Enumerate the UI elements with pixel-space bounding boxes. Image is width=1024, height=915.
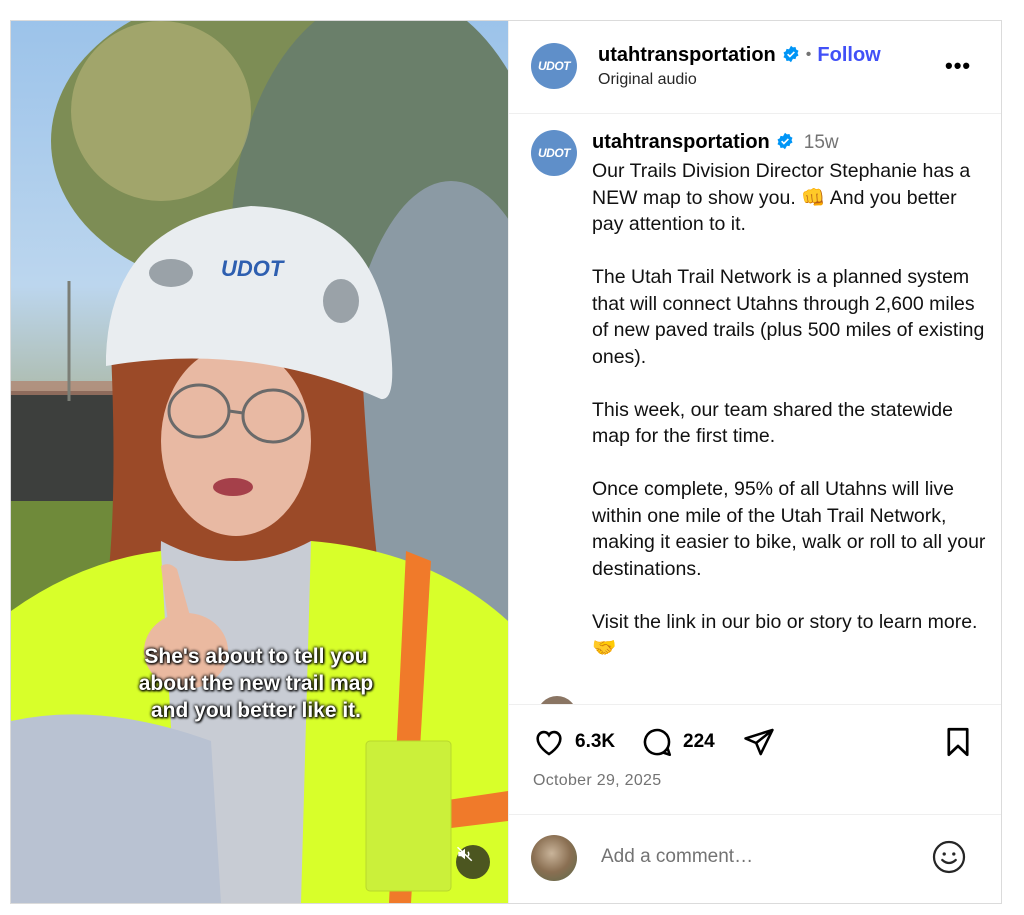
account-avatar[interactable]: UDOT xyxy=(531,43,577,89)
emoji-button[interactable] xyxy=(931,839,967,880)
caption-username[interactable]: utahtransportation xyxy=(592,131,770,153)
avatar-logo-text: UDOT xyxy=(538,59,571,73)
like-button[interactable]: 6.3K xyxy=(531,725,615,759)
comment-composer xyxy=(509,814,1001,903)
caption-section: UDOT utahtransportation 15w Our Trails Di… xyxy=(509,114,1001,704)
follow-button[interactable]: Follow xyxy=(817,44,880,66)
verified-icon xyxy=(783,45,799,63)
post-time-ago[interactable]: 15w xyxy=(804,132,839,153)
caption-paragraph: Once complete, 95% of all Utahns will li… xyxy=(592,478,986,580)
dot-separator: • xyxy=(805,46,812,63)
next-comment-avatar[interactable] xyxy=(537,696,577,704)
share-icon xyxy=(744,728,774,756)
video-subtitle: She's about to tell you about the new tr… xyxy=(111,643,401,724)
comment-button[interactable]: 224 xyxy=(639,725,715,759)
more-icon: ••• xyxy=(945,53,972,78)
caption-text: Our Trails Division Director Stephanie h… xyxy=(592,158,987,688)
caption-author-avatar[interactable]: UDOT xyxy=(531,130,577,176)
post-date[interactable]: October 29, 2025 xyxy=(533,772,661,790)
subtitle-line: and you better like it. xyxy=(150,699,362,722)
post-details-panel: UDOT utahtransportation • Follow Original … xyxy=(508,21,1001,903)
like-count[interactable]: 6.3K xyxy=(575,731,615,753)
comment-count[interactable]: 224 xyxy=(683,731,715,753)
caption-paragraph: Our Trails Division Director Stephanie h… xyxy=(592,160,971,235)
caption-paragraph: Visit the link in our bio or story to le… xyxy=(592,610,978,660)
subtitle-line: about the new trail map xyxy=(138,672,374,695)
share-button[interactable] xyxy=(741,725,777,759)
more-options-button[interactable]: ••• xyxy=(945,55,971,77)
verified-icon xyxy=(777,132,793,150)
comment-input[interactable] xyxy=(599,845,923,869)
helmet-logo: UDOT xyxy=(221,256,285,281)
emoji-icon xyxy=(932,840,966,874)
audio-label[interactable]: Original audio xyxy=(598,71,697,89)
video-frame-illustration: UDOT xyxy=(11,21,508,903)
heart-icon xyxy=(536,730,562,756)
bookmark-icon xyxy=(947,727,969,757)
comment-icon xyxy=(643,728,672,757)
post-card: UDOT She's about to tell you about the n… xyxy=(10,20,1002,904)
action-bar: 6.3K 224 October 29, 2025 xyxy=(509,704,1001,815)
save-button[interactable] xyxy=(941,725,975,759)
subtitle-line: She's about to tell you xyxy=(144,645,368,668)
header-name-row: utahtransportation • Follow xyxy=(598,44,881,67)
mute-icon xyxy=(456,846,473,862)
account-username[interactable]: utahtransportation xyxy=(598,44,776,66)
mute-toggle-button[interactable] xyxy=(456,845,490,879)
viewer-avatar xyxy=(531,835,577,881)
post-header: UDOT utahtransportation • Follow Original … xyxy=(509,21,1001,114)
caption-name-row: utahtransportation 15w xyxy=(592,131,839,154)
avatar-logo-text: UDOT xyxy=(538,146,571,160)
reel-video[interactable]: UDOT She's about to tell you about the n… xyxy=(11,21,508,903)
caption-paragraph: This week, our team shared the statewide… xyxy=(592,398,953,448)
caption-paragraph: The Utah Trail Network is a planned syst… xyxy=(592,266,985,368)
